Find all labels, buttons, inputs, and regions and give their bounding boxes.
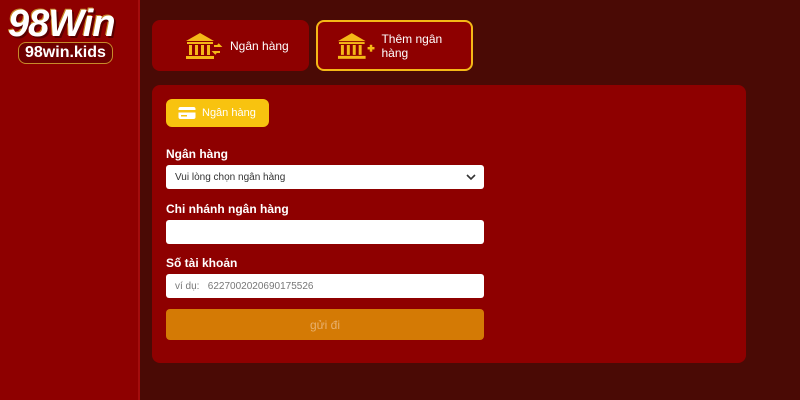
brand-logo[interactable]: 98Win 98win.kids xyxy=(8,4,138,64)
submit-button[interactable]: gửi đi xyxy=(166,309,484,340)
branch-field-label: Chi nhánh ngân hàng xyxy=(166,202,289,216)
account-field-label: Số tài khoản xyxy=(166,256,238,270)
bank-select-value: Vui lòng chọn ngân hàng xyxy=(175,171,286,183)
bank-field-label: Ngân hàng xyxy=(166,147,228,161)
sidebar: 98Win 98win.kids xyxy=(0,0,140,400)
tab-add-bank[interactable]: Thêm ngân hàng xyxy=(316,20,473,71)
tab-bank-label: Ngân hàng xyxy=(230,38,289,53)
bank-select[interactable]: Vui lòng chọn ngân hàng xyxy=(166,165,484,189)
bank-add-icon xyxy=(337,32,375,59)
tab-add-bank-label: Thêm ngân hàng xyxy=(381,31,443,60)
bank-transfer-icon xyxy=(186,32,223,59)
credit-card-icon xyxy=(178,107,196,119)
bank-badge-label: Ngân hàng xyxy=(202,107,256,119)
branch-input[interactable] xyxy=(166,220,484,244)
account-number-input[interactable] xyxy=(166,274,484,298)
tab-bank[interactable]: Ngân hàng xyxy=(152,20,309,71)
logo-main-text: 98Win xyxy=(8,3,116,45)
bank-badge[interactable]: Ngân hàng xyxy=(166,99,269,127)
logo-sub-text: 98win.kids xyxy=(18,42,113,64)
chevron-down-icon xyxy=(466,173,476,180)
bank-form-panel: Ngân hàng Ngân hàng Vui lòng chọn ngân h… xyxy=(152,85,746,363)
